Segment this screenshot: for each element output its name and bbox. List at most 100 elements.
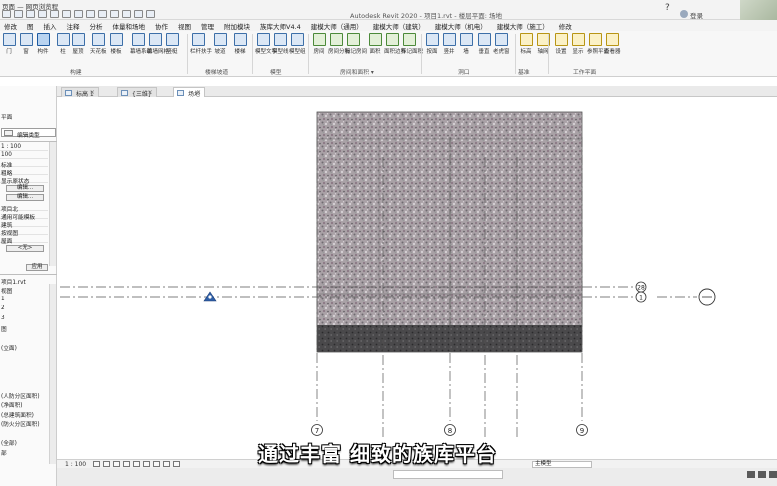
prop-color[interactable]: 按视图 [0,228,48,237]
edit-button-2[interactable]: 编辑... [6,194,44,201]
ribbon-button[interactable]: 按面 [424,33,440,63]
menu-tab[interactable]: 建模大师（建筑） [373,21,425,31]
drawing-canvas[interactable]: 7 8 9 28 1 [57,97,777,459]
crop-view-icon[interactable] [133,461,140,467]
masonry-wall-block[interactable] [316,111,583,353]
undo-icon[interactable] [38,10,47,18]
ribbon-button[interactable]: 参照平面 [587,33,609,63]
menu-tab[interactable]: 注释 [67,21,80,31]
menu-tab[interactable]: 附加模块 [224,21,250,31]
detail-level-icon[interactable] [93,461,100,467]
ribbon-button[interactable]: 模型文字 [255,33,277,63]
menu-tab[interactable]: 修改 [559,21,572,31]
menu-tab[interactable]: 建模大师（机电） [435,21,487,31]
view-scale[interactable]: 1 : 100 [65,461,86,468]
chevron-down-icon[interactable] [4,130,13,136]
grid-bubble-1[interactable]: 1 [635,291,647,303]
reveal-hidden-icon[interactable] [173,461,180,467]
grid-bubble-8[interactable]: 8 [444,424,456,436]
grid-bubble-9[interactable]: 9 [576,424,588,436]
open-icon[interactable] [2,10,11,18]
ribbon-button[interactable]: 面积边界 [384,33,406,63]
menu-tab[interactable]: 建模大师（通用） [311,21,363,31]
dimension-icon[interactable] [86,10,95,18]
select-pinned-icon[interactable] [769,471,777,478]
close-icon[interactable]: × [148,89,153,96]
text-icon[interactable] [98,10,107,18]
ribbon-button[interactable]: 楼梯 [232,33,248,63]
close-hidden-icon[interactable] [134,10,143,18]
save-icon[interactable] [14,10,23,18]
menu-tab[interactable]: 建模大师（施工） [497,21,549,31]
crop-region-icon[interactable] [143,461,150,467]
sun-path-icon[interactable] [113,461,120,467]
ribbon-button[interactable]: 显示 [570,33,586,63]
ribbon-button[interactable]: 幕墙系统 [130,33,152,63]
ribbon-button[interactable]: 房间分隔 [328,33,350,63]
active-model-selector[interactable]: 主模型 [532,461,592,468]
sign-in-label[interactable]: 登录 [690,10,703,20]
prop-state[interactable]: 显示原状态 [0,176,48,185]
close-icon[interactable]: × [90,89,95,96]
ribbon-button[interactable]: 栏杆扶手 [190,33,212,63]
select-links-icon[interactable] [747,471,755,478]
menu-tab[interactable]: 修改 [4,21,17,31]
ribbon-button[interactable]: 柱 [55,33,71,63]
menu-tab[interactable]: 管理 [201,21,214,31]
hide-isolate-icon[interactable] [163,461,170,467]
tab-3d[interactable]: {三维} × [117,87,157,98]
ribbon-button[interactable]: 查看器 [604,33,621,63]
prop-discipline[interactable]: 建筑 [0,220,48,229]
workset-field[interactable] [393,470,503,479]
ribbon-button[interactable]: 垂直 [476,33,492,63]
visual-style-icon[interactable] [103,461,110,467]
edit-type-button[interactable]: 编辑类型 [17,130,40,139]
edit-button-1[interactable]: 编辑... [6,185,44,192]
ribbon-button[interactable]: 坡道 [212,33,228,63]
ribbon-button[interactable]: 屋顶 [70,33,86,63]
lock-view-icon[interactable] [153,461,160,467]
section-icon[interactable] [122,10,131,18]
prop-display[interactable]: 标准 [0,160,48,169]
prop-scale[interactable]: 1 : 100 [0,144,48,151]
ribbon-button[interactable]: 老虎窗 [493,33,510,63]
survey-point-icon[interactable] [203,291,217,302]
help-icon[interactable]: ? [665,3,670,13]
ribbon-button[interactable]: 模型组 [289,33,306,63]
sync-icon[interactable] [26,10,35,18]
menu-tab[interactable]: 插入 [44,21,57,31]
ribbon-button[interactable]: 门 [1,33,17,63]
ribbon-button[interactable]: 标记房间 [345,33,367,63]
tab-site[interactable]: 场地 × [173,87,206,98]
ribbon-button[interactable]: 设置 [553,33,569,63]
prop-detail[interactable]: 粗略 [0,168,48,177]
menu-tab[interactable]: 体量和场地 [113,21,146,31]
type-selector[interactable]: 编辑类型 [1,128,56,139]
close-icon[interactable]: × [196,89,201,96]
measure-icon[interactable] [74,10,83,18]
ribbon-button[interactable]: 楼板 [108,33,124,63]
grid-bubble-7[interactable]: 7 [311,424,323,436]
browser-scrollbar[interactable] [49,284,56,464]
ribbon-button[interactable]: 房间 [311,33,327,63]
ribbon-button[interactable]: 构件 [35,33,51,63]
grid-bubble-28[interactable]: 28 [635,281,647,293]
ribbon-button[interactable]: 幕墙网格 [147,33,169,63]
print-icon[interactable] [62,10,71,18]
properties-scrollbar[interactable] [49,142,56,266]
tab-level-1[interactable]: 标高 1 × [61,87,99,98]
3d-view-icon[interactable] [110,10,119,18]
ribbon-button[interactable]: 窗 [18,33,34,63]
redo-icon[interactable] [50,10,59,18]
prop-roof[interactable]: 屋面 [0,236,48,245]
ribbon-button[interactable]: 天花板 [90,33,107,63]
menu-tab[interactable]: 图 [27,21,34,31]
user-icon[interactable] [680,10,688,18]
select-underlay-icon[interactable] [758,471,766,478]
ribbon-button[interactable]: 竖梃 [164,33,180,63]
elevation-marker[interactable] [698,288,716,306]
ribbon-button[interactable]: 竖井 [441,33,457,63]
ribbon-button[interactable]: 标高 [518,33,534,63]
prop-north[interactable]: 项目北 [0,204,48,213]
apply-button[interactable]: 应用 [26,264,48,271]
